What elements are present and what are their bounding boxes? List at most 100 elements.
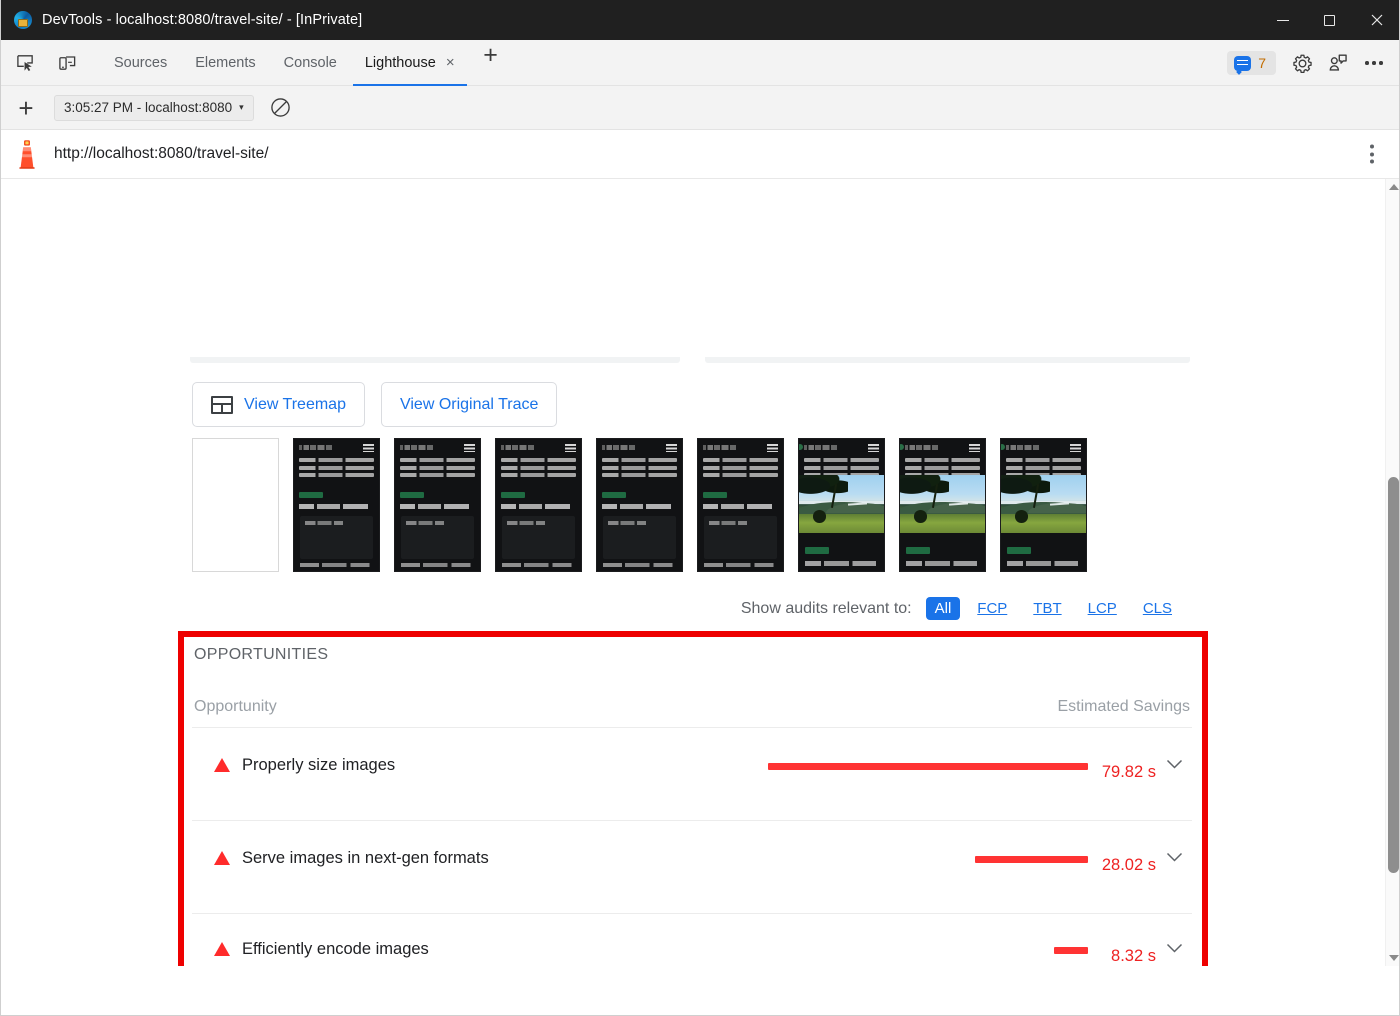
more-options-button[interactable]: [1358, 47, 1390, 79]
run-selector-dropdown[interactable]: 3:05:27 PM - localhost:8080 ▾: [54, 94, 254, 121]
savings-bar-track: [758, 940, 1088, 954]
view-treemap-button[interactable]: View Treemap: [192, 382, 365, 427]
run-selector-value: 3:05:27 PM - localhost:8080: [64, 100, 233, 115]
scroll-up-arrow[interactable]: [1386, 179, 1400, 195]
chevron-down-icon[interactable]: [1156, 849, 1192, 863]
filmstrip-frame[interactable]: [798, 438, 885, 572]
opportunity-name: Efficiently encode images: [242, 940, 429, 958]
scroll-thumb[interactable]: [1388, 477, 1399, 873]
opportunity-name: Serve images in next-gen formats: [242, 849, 489, 867]
window-title: DevTools - localhost:8080/travel-site/ -…: [42, 12, 363, 28]
filmstrip-frame[interactable]: [394, 438, 481, 572]
filmstrip-frame[interactable]: [697, 438, 784, 572]
issues-counter-button[interactable]: 7: [1227, 51, 1276, 75]
opportunity-row[interactable]: Serve images in next-gen formats 28.02 s: [192, 821, 1192, 914]
edge-devtools-icon: [14, 11, 32, 29]
close-button[interactable]: [1353, 0, 1400, 40]
lighthouse-icon: [19, 140, 35, 169]
savings-bar-track: [758, 849, 1088, 863]
column-header-opportunity: Opportunity: [194, 698, 277, 715]
filmstrip-frame[interactable]: [495, 438, 582, 572]
filmstrip-frame[interactable]: [1000, 438, 1087, 572]
new-lighthouse-run-button[interactable]: +: [10, 92, 42, 124]
more-tools-button[interactable]: +: [475, 40, 507, 72]
tab-console[interactable]: Console: [270, 40, 351, 86]
minimize-button[interactable]: [1259, 0, 1306, 40]
maximize-icon: [1324, 14, 1335, 26]
more-options-icon: [1365, 61, 1383, 65]
settings-gear-icon: [1292, 54, 1312, 73]
chevron-down-icon[interactable]: [1156, 940, 1192, 954]
settings-button[interactable]: [1286, 47, 1318, 79]
opportunities-section: OPPORTUNITIES Opportunity Estimated Savi…: [192, 637, 1192, 966]
audit-filter-label: Show audits relevant to:: [740, 599, 912, 617]
scroll-down-arrow[interactable]: [1386, 950, 1400, 966]
severity-fail-icon: [214, 851, 230, 865]
inspect-element-icon: [16, 55, 33, 72]
filmstrip-frame[interactable]: [293, 438, 380, 572]
device-toolbar-icon: [58, 56, 75, 70]
tab-lighthouse[interactable]: Lighthouse ×: [351, 40, 469, 86]
audit-filter-tbt[interactable]: TBT: [1024, 597, 1070, 620]
opportunities-heading: OPPORTUNITIES: [194, 646, 329, 663]
savings-value: 8.32 s: [1111, 947, 1156, 965]
opportunity-name: Properly size images: [242, 756, 396, 774]
savings-value: 28.02 s: [1101, 856, 1156, 874]
view-original-trace-button[interactable]: View Original Trace: [380, 382, 558, 427]
opportunity-row[interactable]: Efficiently encode images 8.32 s: [192, 914, 1192, 966]
opportunities-table-header: Opportunity Estimated Savings: [192, 664, 1192, 728]
tab-elements[interactable]: Elements: [181, 40, 269, 86]
minimize-icon: [1276, 19, 1289, 21]
lighthouse-run-bar: + 3:05:27 PM - localhost:8080 ▾: [0, 86, 1400, 130]
close-icon: [1371, 14, 1382, 26]
panel-tabs: Sources Elements Console Lighthouse × +: [100, 40, 507, 86]
filmstrip-frame[interactable]: [596, 438, 683, 572]
view-treemap-label: View Treemap: [244, 395, 346, 413]
report-action-buttons: View Treemap View Original Trace: [192, 382, 558, 427]
tab-label: Console: [283, 54, 337, 71]
audit-filter-lcp[interactable]: LCP: [1079, 597, 1126, 620]
device-toolbar-button[interactable]: [50, 48, 84, 78]
tab-label: Sources: [114, 54, 168, 71]
devtools-tab-bar: Sources Elements Console Lighthouse × + …: [0, 40, 1400, 86]
savings-value: 79.82 s: [1101, 763, 1156, 781]
filmstrip-frame[interactable]: [899, 438, 986, 572]
audit-filter-fcp[interactable]: FCP: [968, 597, 1016, 620]
feedback-button[interactable]: [1322, 47, 1354, 79]
severity-fail-icon: [214, 758, 230, 772]
tab-sources[interactable]: Sources: [100, 40, 181, 86]
maximize-button[interactable]: [1306, 0, 1353, 40]
savings-bar-track: [758, 756, 1088, 770]
clear-reports-button[interactable]: [266, 93, 296, 123]
issues-bubble-icon: [1234, 55, 1252, 71]
issues-count: 7: [1258, 55, 1266, 71]
treemap-icon: [211, 395, 233, 414]
devtools-toolbar-right: 7: [1227, 40, 1392, 86]
window-title-bar: DevTools - localhost:8080/travel-site/ -…: [0, 0, 1400, 40]
savings-bar: [1054, 947, 1088, 954]
feedback-icon: [1329, 54, 1347, 71]
audit-filter-cls[interactable]: CLS: [1134, 597, 1181, 620]
tab-label: Elements: [195, 54, 256, 71]
chevron-down-icon[interactable]: [1156, 756, 1192, 770]
vertical-scrollbar[interactable]: [1385, 179, 1400, 966]
view-original-trace-label: View Original Trace: [399, 395, 539, 413]
clipped-section-top-left: [190, 357, 680, 363]
report-scroll-container: View Treemap View Original Trace Show au…: [0, 179, 1400, 966]
tab-close-icon[interactable]: ×: [446, 55, 455, 70]
savings-bar: [975, 856, 1088, 863]
filmstrip: [192, 438, 1087, 572]
clipped-section-top-right: [705, 357, 1190, 363]
opportunity-row[interactable]: Properly size images 79.82 s: [192, 728, 1192, 821]
inspect-element-button[interactable]: [8, 48, 42, 78]
severity-fail-icon: [214, 942, 230, 956]
clear-icon: [271, 98, 290, 117]
filmstrip-frame[interactable]: [192, 438, 279, 572]
report-kebab-menu[interactable]: [1364, 139, 1380, 170]
chevron-down-icon: ▾: [239, 102, 244, 112]
window-controls: [1259, 0, 1400, 40]
report-url-strip: http://localhost:8080/travel-site/: [0, 130, 1400, 179]
report-url: http://localhost:8080/travel-site/: [54, 145, 269, 162]
audit-filter-row: Show audits relevant to: All FCP TBT LCP…: [741, 597, 1189, 620]
audit-filter-all[interactable]: All: [925, 597, 961, 620]
